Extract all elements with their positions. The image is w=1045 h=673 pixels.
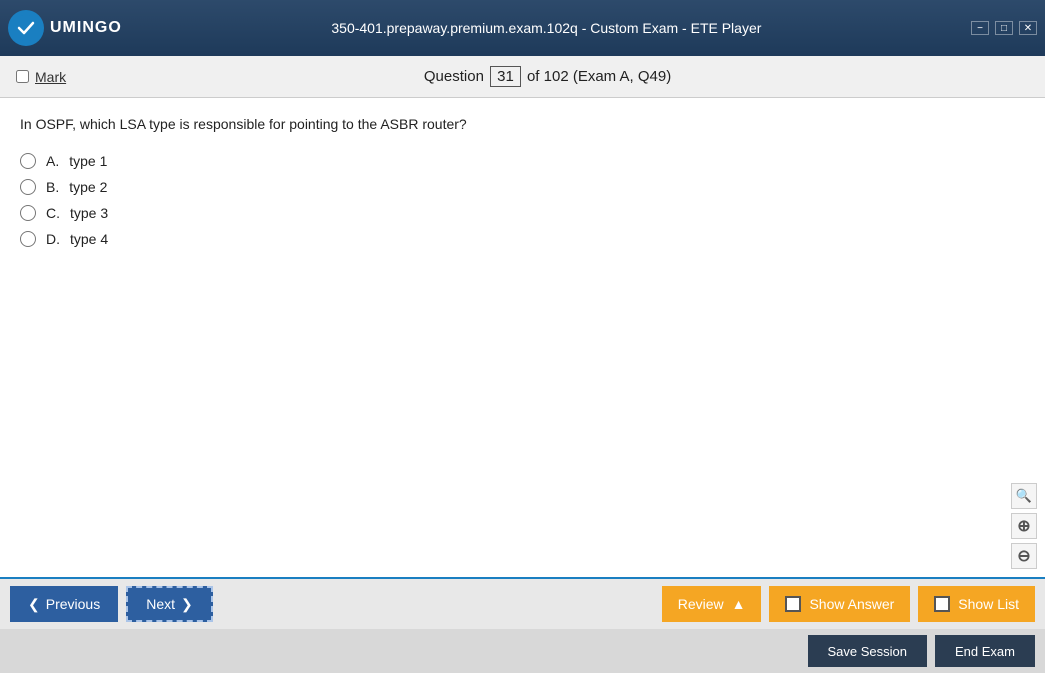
options-list: A. type 1 B. type 2 C. type 3 D. type 4 bbox=[20, 153, 1025, 247]
chevron-right-icon bbox=[181, 596, 193, 613]
app-title: 350-401.prepaway.premium.exam.102q - Cus… bbox=[122, 20, 971, 36]
show-list-checkbox-icon bbox=[934, 596, 950, 612]
show-answer-button[interactable]: Show Answer bbox=[769, 586, 910, 622]
save-session-button[interactable]: Save Session bbox=[808, 635, 928, 667]
end-exam-button[interactable]: End Exam bbox=[935, 635, 1035, 667]
question-bar: Mark Question 31 of 102 (Exam A, Q49) bbox=[0, 56, 1045, 98]
radio-d[interactable] bbox=[20, 231, 36, 247]
bottom-toolbar: Previous Next Review Show Answer Show Li… bbox=[0, 577, 1045, 629]
radio-c[interactable] bbox=[20, 205, 36, 221]
next-label: Next bbox=[146, 596, 175, 612]
next-button[interactable]: Next bbox=[126, 586, 213, 622]
question-info: Question 31 of 102 (Exam A, Q49) bbox=[66, 66, 1029, 87]
chevron-up-icon bbox=[732, 596, 746, 612]
radio-b[interactable] bbox=[20, 179, 36, 195]
option-label-d: D. bbox=[46, 231, 60, 247]
previous-label: Previous bbox=[46, 596, 100, 612]
chevron-left-icon bbox=[28, 596, 40, 613]
option-label-a: A. bbox=[46, 153, 59, 169]
mark-text: Mark bbox=[35, 69, 66, 85]
option-text-c: type 3 bbox=[70, 205, 108, 221]
mark-label[interactable]: Mark bbox=[16, 69, 66, 85]
option-text-b: type 2 bbox=[69, 179, 107, 195]
search-icon[interactable]: 🔍 bbox=[1011, 483, 1037, 509]
show-list-label: Show List bbox=[958, 596, 1019, 612]
radio-a[interactable] bbox=[20, 153, 36, 169]
option-c[interactable]: C. type 3 bbox=[20, 205, 1025, 221]
question-total: of 102 (Exam A, Q49) bbox=[527, 68, 671, 85]
zoom-in-icon[interactable]: ⊕ bbox=[1011, 513, 1037, 539]
option-label-c: C. bbox=[46, 205, 60, 221]
maximize-button[interactable]: □ bbox=[995, 21, 1013, 35]
previous-button[interactable]: Previous bbox=[10, 586, 118, 622]
option-d[interactable]: D. type 4 bbox=[20, 231, 1025, 247]
minimize-button[interactable]: − bbox=[971, 21, 989, 35]
show-answer-checkbox-icon bbox=[785, 596, 801, 612]
review-button[interactable]: Review bbox=[662, 586, 762, 622]
show-answer-label: Show Answer bbox=[809, 596, 894, 612]
option-b[interactable]: B. type 2 bbox=[20, 179, 1025, 195]
window-controls: − □ ✕ bbox=[971, 21, 1037, 35]
zoom-controls: 🔍 ⊕ ⊖ bbox=[1011, 483, 1037, 569]
mark-checkbox[interactable] bbox=[16, 70, 29, 83]
option-text-a: type 1 bbox=[69, 153, 107, 169]
close-button[interactable]: ✕ bbox=[1019, 21, 1037, 35]
show-list-button[interactable]: Show List bbox=[918, 586, 1035, 622]
question-label: Question bbox=[424, 68, 484, 85]
option-a[interactable]: A. type 1 bbox=[20, 153, 1025, 169]
logo-text: UMINGO bbox=[50, 19, 122, 37]
question-number: 31 bbox=[490, 66, 521, 87]
review-label: Review bbox=[678, 596, 724, 612]
question-text: In OSPF, which LSA type is responsible f… bbox=[20, 114, 1025, 135]
bottom-action-row: Save Session End Exam bbox=[0, 629, 1045, 673]
title-bar: UMINGO 350-401.prepaway.premium.exam.102… bbox=[0, 0, 1045, 56]
option-label-b: B. bbox=[46, 179, 59, 195]
main-content: In OSPF, which LSA type is responsible f… bbox=[0, 98, 1045, 577]
zoom-out-icon[interactable]: ⊖ bbox=[1011, 543, 1037, 569]
logo-icon bbox=[8, 10, 44, 46]
logo: UMINGO bbox=[8, 10, 122, 46]
option-text-d: type 4 bbox=[70, 231, 108, 247]
